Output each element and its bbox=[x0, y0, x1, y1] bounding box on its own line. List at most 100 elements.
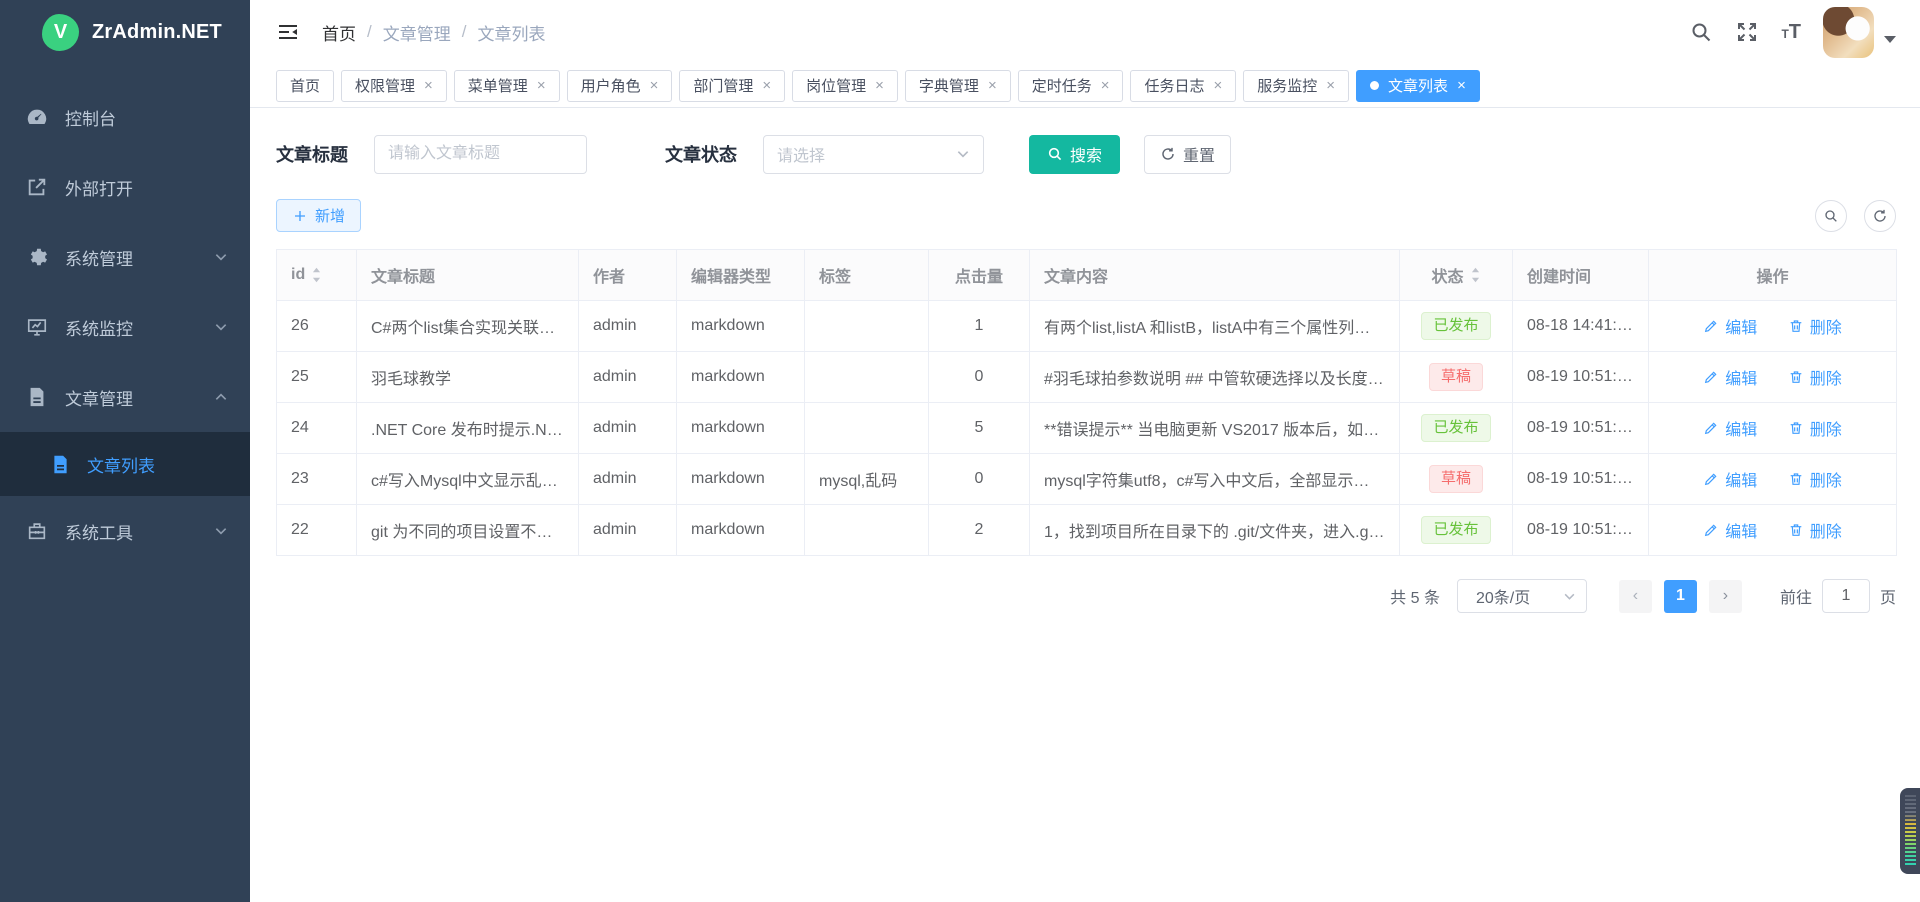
cell-author: admin bbox=[579, 403, 677, 454]
cell-editor: markdown bbox=[677, 301, 805, 352]
cell-id: 24 bbox=[277, 403, 357, 454]
col-label: 操作 bbox=[1756, 269, 1788, 286]
cell-id: 22 bbox=[277, 505, 357, 556]
gear-icon bbox=[26, 246, 48, 268]
tab-article-list-active[interactable]: 文章列表× bbox=[1356, 70, 1480, 102]
sidebar-menu: 控制台 外部打开 系统管理 系统监控 bbox=[0, 82, 250, 566]
font-size-icon[interactable]: TT bbox=[1781, 22, 1801, 42]
cell-created: 08-19 10:51:22 bbox=[1513, 505, 1649, 556]
tab-cron-task[interactable]: 定时任务× bbox=[1018, 70, 1124, 102]
delete-button[interactable]: 删除 bbox=[1788, 518, 1842, 542]
status-badge: 草稿 bbox=[1429, 465, 1483, 494]
tab-close-icon[interactable]: × bbox=[650, 78, 659, 93]
tab-dict-admin[interactable]: 字典管理× bbox=[905, 70, 1011, 102]
sidebar-item-dashboard[interactable]: 控制台 bbox=[0, 82, 250, 152]
tab-close-icon[interactable]: × bbox=[988, 78, 997, 93]
tab-close-icon[interactable]: × bbox=[1214, 78, 1223, 93]
refresh-table-button[interactable] bbox=[1864, 200, 1896, 232]
tags-view-bar: 首页 权限管理× 菜单管理× 用户角色× 部门管理× 岗位管理 × 字典管理× 定… bbox=[250, 64, 1920, 108]
reset-button[interactable]: 重置 bbox=[1144, 135, 1231, 174]
cell-hits: 0 bbox=[929, 352, 1030, 403]
edit-button[interactable]: 编辑 bbox=[1703, 416, 1757, 440]
col-label: 状态 bbox=[1431, 263, 1463, 287]
sidebar-collapse-icon[interactable] bbox=[276, 20, 300, 44]
sidebar-item-label: 系统工具 bbox=[65, 519, 133, 544]
edge-extension-handle[interactable] bbox=[1900, 788, 1920, 874]
status-badge: 已发布 bbox=[1421, 516, 1490, 545]
prev-page-button[interactable]: ‹ bbox=[1619, 580, 1652, 613]
search-button-label: 搜索 bbox=[1070, 142, 1102, 166]
tab-permission-admin[interactable]: 权限管理× bbox=[341, 70, 447, 102]
edit-button[interactable]: 编辑 bbox=[1703, 518, 1757, 542]
tab-close-icon[interactable]: × bbox=[1457, 78, 1466, 93]
sidebar-item-system-admin[interactable]: 系统管理 bbox=[0, 222, 250, 292]
cell-status: 草稿 bbox=[1400, 454, 1513, 505]
add-button-label: 新增 bbox=[315, 205, 345, 226]
delete-button[interactable]: 删除 bbox=[1788, 467, 1842, 491]
search-icon[interactable] bbox=[1689, 20, 1713, 44]
edit-button[interactable]: 编辑 bbox=[1703, 314, 1757, 338]
tab-close-icon[interactable]: × bbox=[762, 78, 771, 93]
sidebar-item-external[interactable]: 外部打开 bbox=[0, 152, 250, 222]
chevron-down-icon bbox=[214, 250, 228, 264]
fullscreen-icon[interactable] bbox=[1735, 20, 1759, 44]
cell-tags bbox=[805, 505, 929, 556]
cell-author: admin bbox=[579, 454, 677, 505]
cell-status: 已发布 bbox=[1400, 505, 1513, 556]
sidebar-item-system-monitor[interactable]: 系统监控 bbox=[0, 292, 250, 362]
cell-ops: 编辑 删除 bbox=[1649, 301, 1897, 352]
page-size-select[interactable]: 20条/页 bbox=[1457, 579, 1587, 613]
tab-task-log[interactable]: 任务日志× bbox=[1130, 70, 1236, 102]
sidebar-item-article-list[interactable]: 文章列表 bbox=[0, 432, 250, 496]
tab-close-icon[interactable]: × bbox=[1101, 78, 1110, 93]
cell-content: 1，找到项目所在目录下的 .git/文件夹，进入.git/... bbox=[1030, 505, 1400, 556]
add-button[interactable]: 新增 bbox=[276, 199, 361, 232]
delete-button[interactable]: 删除 bbox=[1788, 314, 1842, 338]
next-page-button[interactable]: › bbox=[1709, 580, 1742, 613]
tab-home[interactable]: 首页 bbox=[276, 70, 334, 102]
delete-button[interactable]: 删除 bbox=[1788, 416, 1842, 440]
tab-close-icon[interactable]: × bbox=[537, 78, 546, 93]
status-badge: 草稿 bbox=[1429, 363, 1483, 392]
search-button[interactable]: 搜索 bbox=[1029, 135, 1120, 174]
cell-editor: markdown bbox=[677, 505, 805, 556]
delete-button[interactable]: 删除 bbox=[1788, 365, 1842, 389]
current-page-button[interactable]: 1 bbox=[1664, 580, 1697, 613]
col-header-tags: 标签 bbox=[805, 250, 929, 301]
tab-label: 服务监控 bbox=[1257, 75, 1317, 96]
tab-dept-admin[interactable]: 部门管理× bbox=[679, 70, 785, 102]
tab-close-icon[interactable]: × bbox=[875, 78, 884, 93]
user-menu[interactable] bbox=[1823, 7, 1896, 58]
chevron-down-icon bbox=[956, 147, 970, 161]
tab-post-admin[interactable]: 岗位管理 × bbox=[792, 70, 898, 102]
tab-service-monitor[interactable]: 服务监控 × bbox=[1243, 70, 1349, 102]
monitor-icon bbox=[26, 316, 48, 338]
sidebar-item-label: 控制台 bbox=[65, 105, 116, 130]
edit-button[interactable]: 编辑 bbox=[1703, 365, 1757, 389]
col-header-status[interactable]: 状态 bbox=[1400, 250, 1513, 301]
cell-content: **错误提示** 当电脑更新 VS2017 版本后，如果... bbox=[1030, 403, 1400, 454]
article-status-select[interactable]: 请选择 bbox=[763, 135, 984, 174]
tab-menu-admin[interactable]: 菜单管理× bbox=[454, 70, 560, 102]
sidebar-item-article-admin[interactable]: 文章管理 bbox=[0, 362, 250, 432]
cell-content: 有两个list,listA 和listB，listA中有三个属性列为St... bbox=[1030, 301, 1400, 352]
goto-page-input[interactable] bbox=[1822, 579, 1870, 613]
chevron-down-icon bbox=[214, 320, 228, 334]
cell-hits: 2 bbox=[929, 505, 1030, 556]
tab-user-role[interactable]: 用户角色× bbox=[567, 70, 673, 102]
cell-status: 已发布 bbox=[1400, 301, 1513, 352]
cell-tags bbox=[805, 403, 929, 454]
main-content: 文章标题 文章状态 请选择 搜索 重置 新增 bbox=[250, 134, 1920, 613]
article-title-input[interactable] bbox=[374, 135, 587, 174]
cell-editor: markdown bbox=[677, 403, 805, 454]
tab-close-icon[interactable]: × bbox=[424, 78, 433, 93]
toggle-search-button[interactable] bbox=[1815, 200, 1847, 232]
sidebar-item-system-tools[interactable]: 系统工具 bbox=[0, 496, 250, 566]
breadcrumb-home[interactable]: 首页 bbox=[322, 20, 356, 45]
cell-editor: markdown bbox=[677, 352, 805, 403]
tab-label: 岗位管理 bbox=[806, 75, 866, 96]
col-header-id[interactable]: id bbox=[277, 250, 357, 301]
delete-label: 删除 bbox=[1810, 365, 1842, 389]
tab-close-icon[interactable]: × bbox=[1326, 78, 1335, 93]
edit-button[interactable]: 编辑 bbox=[1703, 467, 1757, 491]
